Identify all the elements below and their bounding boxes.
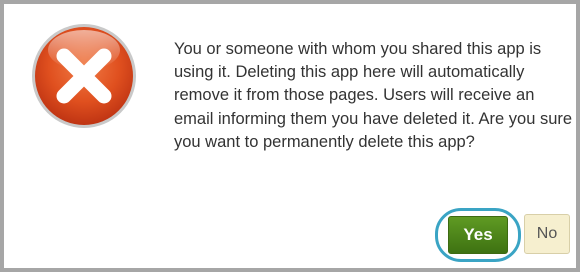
yes-button[interactable]: Yes [448,216,508,254]
error-x-icon [28,20,140,132]
delete-app-dialog: You or someone with whom you shared this… [0,0,580,272]
dialog-message: You or someone with whom you shared this… [174,40,573,151]
yes-button-focus-ring: Yes [435,208,521,262]
no-button[interactable]: No [524,214,570,254]
